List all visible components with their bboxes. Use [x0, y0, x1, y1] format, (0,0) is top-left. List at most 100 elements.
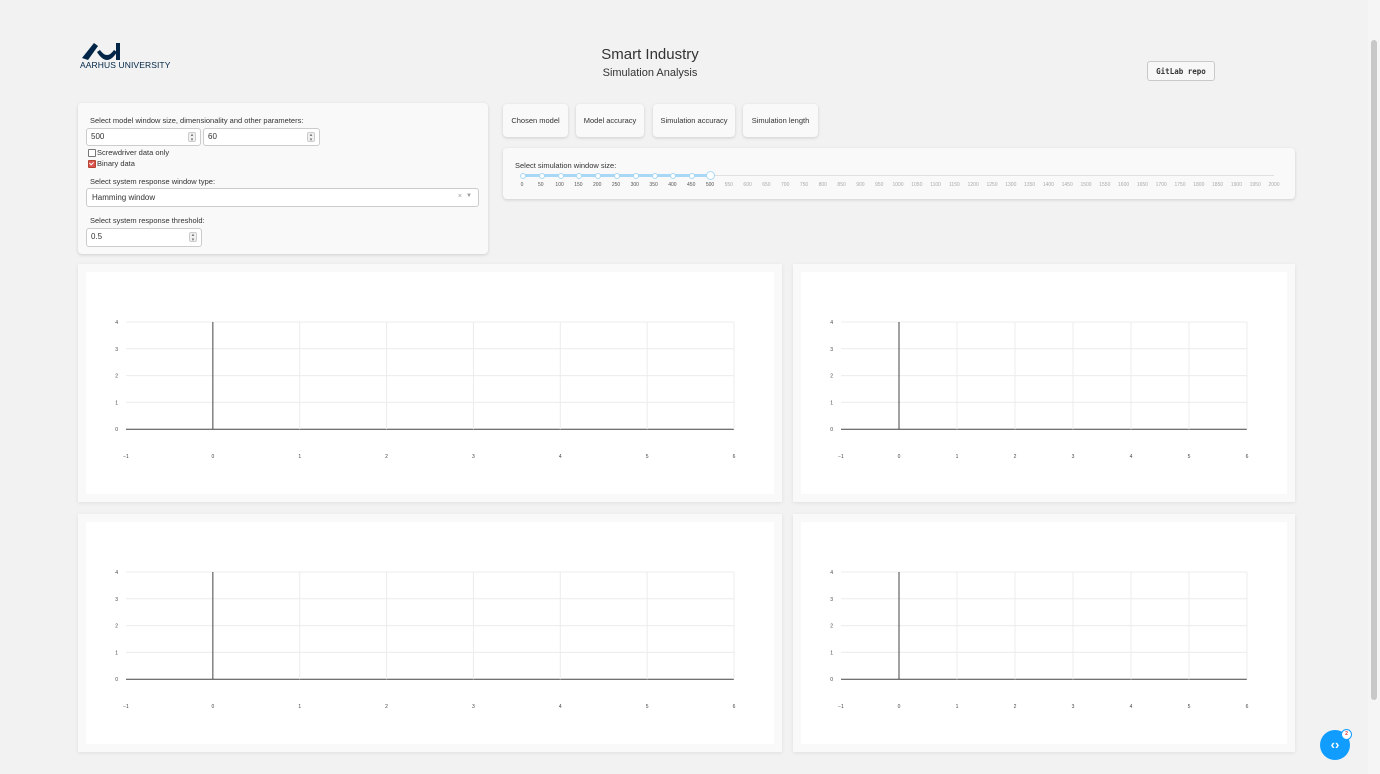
slider-handle[interactable] — [706, 171, 715, 180]
x-tick-label: 5 — [1188, 454, 1191, 460]
page-title: Smart Industry — [601, 46, 699, 63]
x-tick-label: −1 — [123, 704, 129, 710]
x-tick-label: 3 — [472, 704, 475, 710]
slider-mark[interactable]: 1500 — [1080, 182, 1091, 188]
slider-mark[interactable]: 450 — [687, 182, 695, 188]
slider-dot — [632, 173, 639, 179]
slider-mark[interactable]: 1800 — [1193, 182, 1204, 188]
x-tick-label: −1 — [838, 454, 844, 460]
tab-model-accuracy[interactable]: Model accuracy — [576, 104, 644, 137]
y-tick-label: 1 — [115, 650, 118, 656]
slider-mark[interactable]: 650 — [762, 182, 770, 188]
slider-mark[interactable]: 50 — [538, 182, 544, 188]
slider-mark[interactable]: 750 — [800, 182, 808, 188]
y-tick-label: 1 — [115, 400, 118, 406]
slider-mark[interactable]: 1150 — [949, 182, 960, 188]
slider-mark[interactable]: 550 — [725, 182, 733, 188]
slider-mark[interactable]: 600 — [743, 182, 751, 188]
slider-mark[interactable]: 2000 — [1268, 182, 1279, 188]
threshold-stepper[interactable]: ▴ ▾ — [189, 232, 197, 243]
slider-mark[interactable]: 1450 — [1062, 182, 1073, 188]
screwdriver-checkbox[interactable]: Screwdriver data only — [88, 148, 169, 157]
y-tick-label: 1 — [830, 400, 833, 406]
slider-mark[interactable]: 700 — [781, 182, 789, 188]
chevron-down-icon[interactable]: ▼ — [466, 193, 472, 199]
slider-mark[interactable]: 1250 — [986, 182, 997, 188]
x-tick-label: 1 — [298, 454, 301, 460]
window-size-input[interactable]: 500 ▴ ▾ — [86, 128, 201, 146]
slider-mark[interactable]: 150 — [574, 182, 582, 188]
binary-data-checkbox[interactable]: Binary data — [88, 159, 135, 168]
y-tick-label: 2 — [830, 624, 833, 630]
slider-mark[interactable]: 400 — [668, 182, 676, 188]
slider-mark[interactable]: 900 — [856, 182, 864, 188]
slider-mark[interactable]: 1200 — [968, 182, 979, 188]
slider-mark[interactable]: 250 — [612, 182, 620, 188]
notification-badge: 2 — [1341, 729, 1352, 740]
x-tick-label: 4 — [559, 704, 562, 710]
graph-bottom-right-plot: 4 3 2 1 0 −1 0 1 2 3 4 5 6 — [830, 570, 1248, 710]
slider-mark[interactable]: 100 — [555, 182, 563, 188]
gitlab-repo-button[interactable]: GitLab repo — [1147, 61, 1215, 81]
window-size-value: 500 — [91, 132, 105, 141]
y-tick-label: 4 — [830, 570, 833, 576]
page-scrollbar[interactable] — [1368, 0, 1380, 774]
slider-mark[interactable]: 1650 — [1137, 182, 1148, 188]
logo-text: AARHUS UNIVERSITY — [80, 60, 171, 70]
slider-mark[interactable]: 800 — [819, 182, 827, 188]
code-icon: ‹› — [1330, 737, 1340, 752]
y-tick-label: 3 — [830, 347, 833, 353]
graph-bottom-left: 4 3 2 1 0 −1 0 1 2 3 4 5 6 — [86, 522, 774, 744]
graph-bottom-left-plot: 4 3 2 1 0 −1 0 1 2 3 4 5 6 — [115, 570, 735, 710]
tab-simulation-length[interactable]: Simulation length — [743, 104, 818, 137]
clear-icon[interactable]: × — [458, 193, 462, 200]
x-tick-label: 1 — [298, 704, 301, 710]
scrollbar-thumb[interactable] — [1371, 40, 1377, 700]
slider-mark[interactable]: 0 — [521, 182, 524, 188]
y-tick-label: 4 — [830, 320, 833, 326]
screwdriver-checkbox-box[interactable] — [88, 148, 96, 157]
params-label: Select model window size, dimensionality… — [90, 116, 304, 125]
slider-mark[interactable]: 1750 — [1174, 182, 1185, 188]
slider-mark[interactable]: 1950 — [1250, 182, 1261, 188]
aarhus-university-logo: AARHUS UNIVERSITY — [80, 40, 180, 70]
y-tick-label: 4 — [115, 320, 118, 326]
y-tick-label: 0 — [830, 427, 833, 433]
slider-mark[interactable]: 1700 — [1156, 182, 1167, 188]
response-type-value: Hamming window — [92, 193, 156, 202]
slider-mark[interactable]: 1000 — [892, 182, 903, 188]
slider-mark[interactable]: 850 — [837, 182, 845, 188]
slider-mark[interactable]: 1550 — [1099, 182, 1110, 188]
slider-mark[interactable]: 350 — [649, 182, 657, 188]
binary-data-checkbox-box[interactable] — [88, 159, 96, 168]
graph-top-left-plot: 4 3 2 1 0 −1 0 1 2 3 4 5 6 — [115, 320, 736, 460]
x-tick-label: 1 — [956, 704, 959, 710]
tab-simulation-accuracy[interactable]: Simulation accuracy — [653, 104, 735, 137]
response-type-dropdown[interactable]: Hamming window × ▼ — [86, 188, 479, 207]
slider-mark[interactable]: 1600 — [1118, 182, 1129, 188]
dimensionality-input[interactable]: 60 ▴ ▾ — [203, 128, 320, 146]
threshold-value: 0.5 — [91, 232, 103, 241]
slider-mark[interactable]: 300 — [631, 182, 639, 188]
slider-mark[interactable]: 1300 — [1005, 182, 1016, 188]
y-tick-label: 1 — [830, 650, 833, 656]
slider-mark[interactable]: 200 — [593, 182, 601, 188]
slider-mark[interactable]: 500 — [706, 182, 714, 188]
slider-mark[interactable]: 1350 — [1024, 182, 1035, 188]
threshold-input[interactable]: 0.5 ▴ ▾ — [86, 228, 202, 247]
slider-mark[interactable]: 950 — [875, 182, 883, 188]
slider-mark[interactable]: 1850 — [1212, 182, 1223, 188]
tab-chosen-model[interactable]: Chosen model — [503, 104, 568, 137]
x-tick-label: 0 — [898, 704, 901, 710]
graph-bottom-right: 4 3 2 1 0 −1 0 1 2 3 4 5 6 — [801, 522, 1287, 744]
dev-tools-button[interactable]: ‹› 2 — [1320, 729, 1352, 760]
dimensionality-stepper[interactable]: ▴ ▾ — [307, 132, 315, 143]
slider-mark[interactable]: 1100 — [930, 182, 941, 188]
slider-mark[interactable]: 1900 — [1231, 182, 1242, 188]
slider-mark[interactable]: 1400 — [1043, 182, 1054, 188]
slider-mark[interactable]: 1050 — [911, 182, 922, 188]
x-tick-label: 0 — [211, 454, 214, 460]
y-tick-label: 3 — [830, 597, 833, 603]
window-size-stepper[interactable]: ▴ ▾ — [188, 132, 196, 143]
x-tick-label: 6 — [733, 454, 736, 460]
